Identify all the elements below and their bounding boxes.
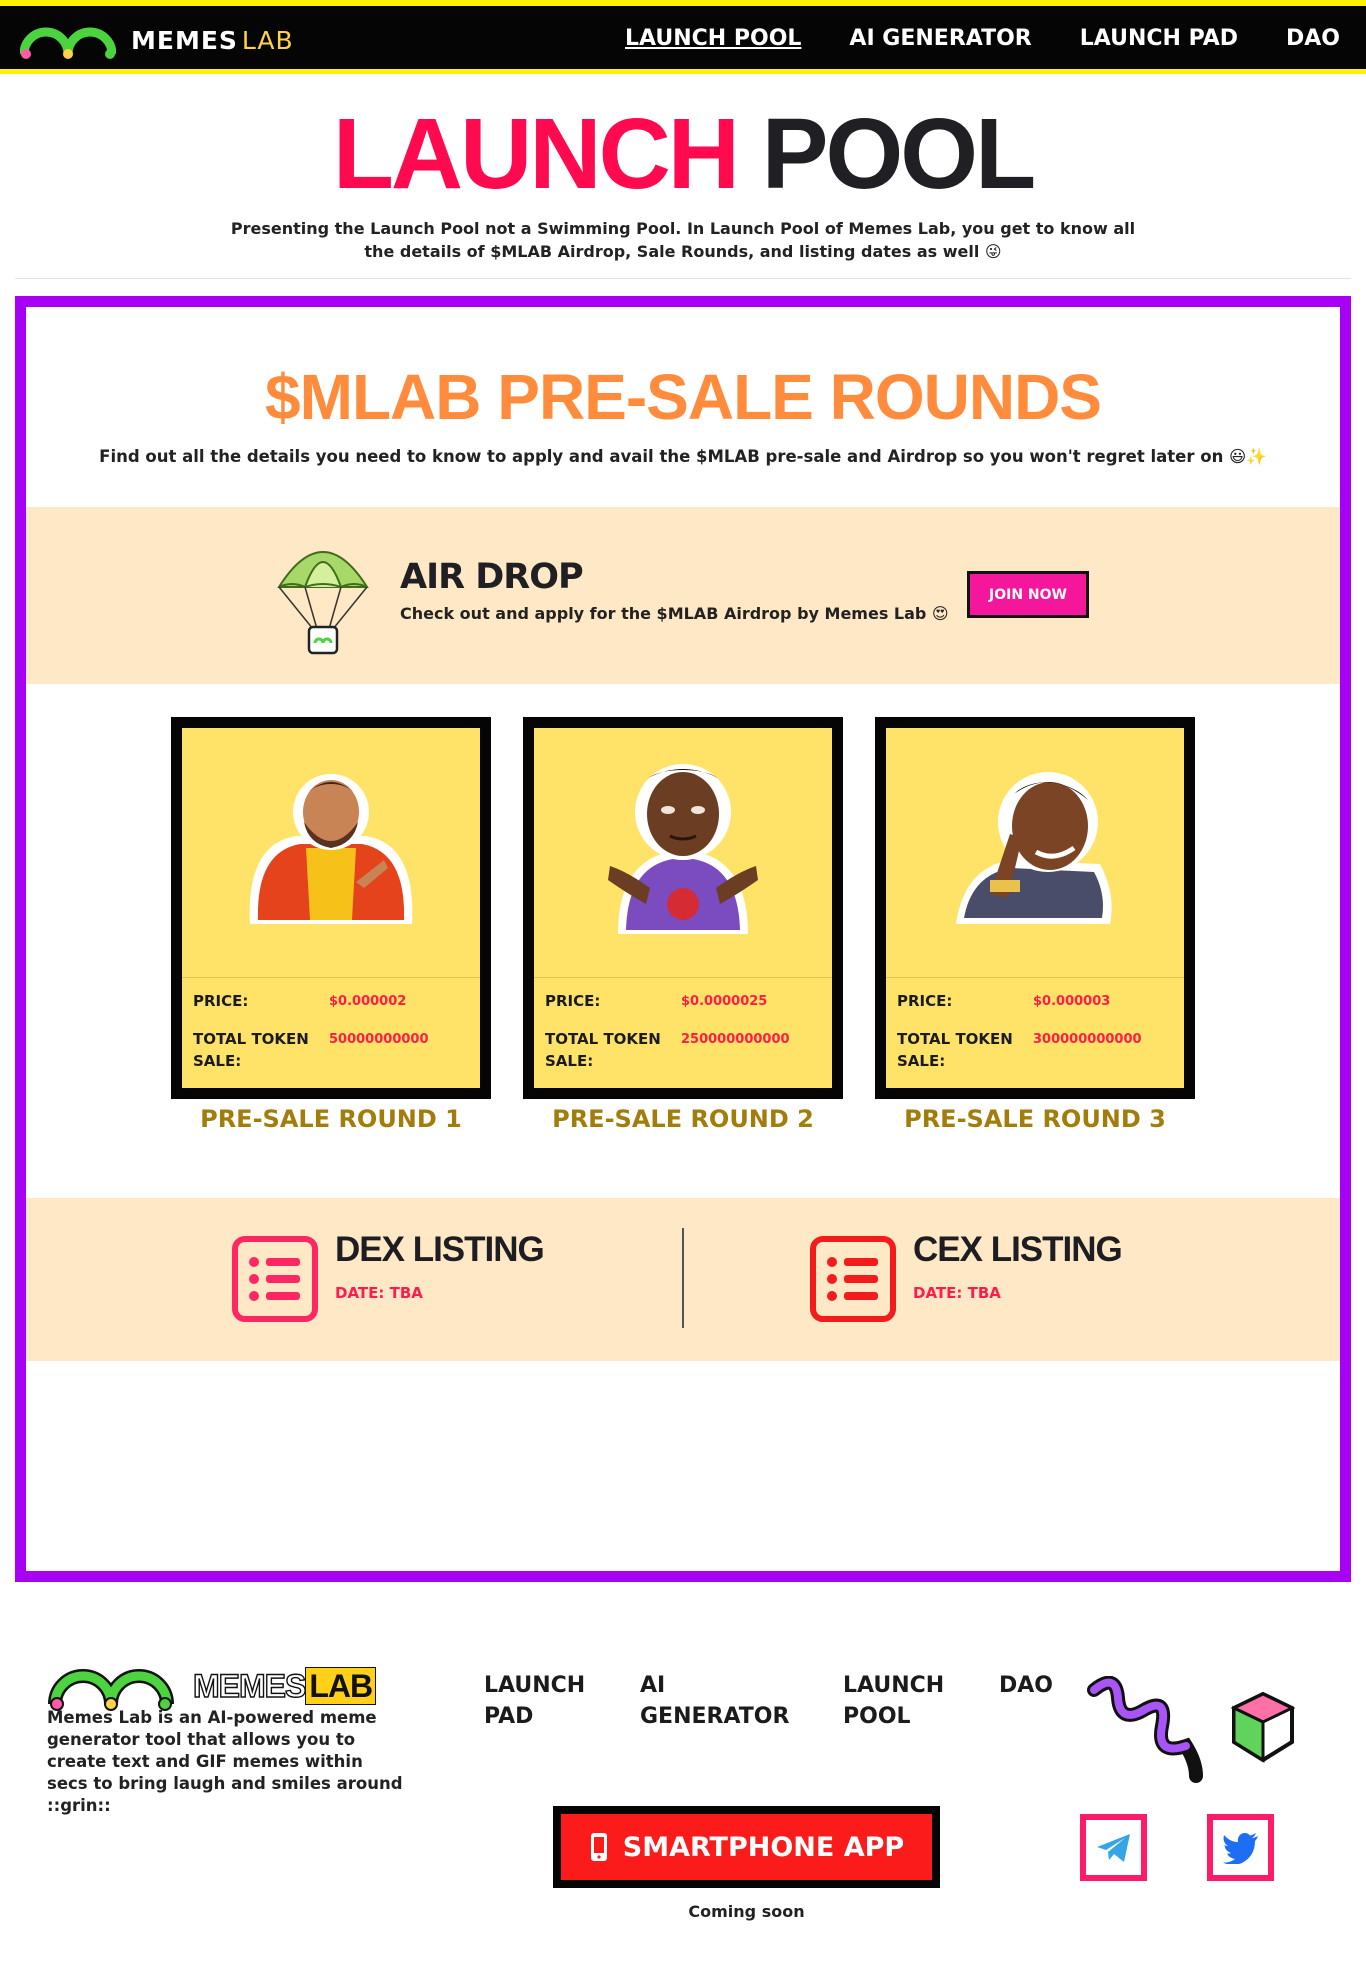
meme-sticker-image xyxy=(886,728,1184,970)
tokens-value: 300000000000 xyxy=(1033,1032,1142,1047)
card-divider xyxy=(534,977,832,978)
footer-link-dao[interactable]: DAO xyxy=(999,1670,1059,1701)
round-title: PRE-SALE ROUND 3 xyxy=(904,1105,1166,1133)
cex-listing-date: DATE: TBA xyxy=(913,1284,1001,1302)
price-value: $0.000002 xyxy=(329,994,407,1009)
nav-link-launch-pad[interactable]: LAUNCH PAD xyxy=(1080,26,1238,51)
telegram-icon xyxy=(1096,1833,1130,1862)
cube-decoration-icon xyxy=(1230,1691,1296,1763)
twitter-link[interactable] xyxy=(1207,1814,1274,1881)
footer-brand-name: MEMES xyxy=(192,1667,307,1704)
round-title: PRE-SALE ROUND 2 xyxy=(552,1105,814,1133)
presale-panel: $MLAB PRE-SALE ROUNDS Find out all the d… xyxy=(15,296,1351,1582)
page-title-red: LAUNCH xyxy=(332,98,740,210)
price-label: PRICE: xyxy=(545,992,601,1010)
listing-section: DEX LISTING DATE: TBA CEX LISTING DATE: … xyxy=(26,1198,1340,1361)
card-divider xyxy=(182,977,480,978)
list-icon xyxy=(810,1236,896,1322)
coming-soon-note: Coming soon xyxy=(688,1902,805,1921)
airdrop-section: AIR DROP Check out and apply for the $ML… xyxy=(26,507,1340,684)
cex-listing-title: CEX LISTING xyxy=(913,1230,1123,1269)
tokens-label-2: SALE: xyxy=(897,1052,946,1070)
presale-title: $MLAB PRE-SALE ROUNDS xyxy=(265,361,1102,433)
tokens-label-2: SALE: xyxy=(193,1052,242,1070)
meme-sticker-image xyxy=(534,728,832,970)
nav-link-launch-pool[interactable]: LAUNCH POOL xyxy=(625,26,801,51)
footer-link-launch-pad[interactable]: LAUNCH PAD xyxy=(484,1670,594,1732)
memes-lab-logo-icon[interactable] xyxy=(20,20,116,60)
tokens-label: TOTAL TOKEN xyxy=(897,1030,1013,1048)
footer-description: Memes Lab is an AI-powered meme generato… xyxy=(47,1708,403,1815)
page-title-dark: POOL xyxy=(761,98,1036,210)
round-title: PRE-SALE ROUND 1 xyxy=(200,1105,462,1133)
airdrop-subtitle: Check out and apply for the $MLAB Airdro… xyxy=(400,604,949,623)
list-icon xyxy=(232,1236,318,1322)
footer-brand[interactable]: MEMES LAB xyxy=(192,1667,377,1705)
nav-links: LAUNCH POOL AI GENERATOR LAUNCH PAD DAO xyxy=(625,26,1340,51)
page-subtitle: Presenting the Launch Pool not a Swimmin… xyxy=(230,219,1136,261)
tokens-label: TOTAL TOKEN xyxy=(193,1030,309,1048)
divider xyxy=(15,278,1351,279)
parachute-icon xyxy=(277,551,369,655)
presale-card[interactable]: PRICE: $0.000003 TOTAL TOKEN SALE: 30000… xyxy=(875,717,1195,1099)
top-nav: MEMES LAB LAUNCH POOL AI GENERATOR LAUNCH… xyxy=(0,0,1366,74)
card-divider xyxy=(886,977,1184,978)
meme-sticker-image xyxy=(182,728,480,970)
nav-link-ai-generator[interactable]: AI GENERATOR xyxy=(849,26,1031,51)
dex-listing-title: DEX LISTING xyxy=(335,1230,545,1269)
price-label: PRICE: xyxy=(897,992,953,1010)
smartphone-app-inner[interactable]: SMARTPHONE APP xyxy=(561,1814,932,1880)
presale-card[interactable]: PRICE: $0.000002 TOTAL TOKEN SALE: 50000… xyxy=(171,717,491,1099)
price-value: $0.000003 xyxy=(1033,994,1111,1009)
telegram-link[interactable] xyxy=(1080,1814,1147,1881)
footer-link-launch-pool[interactable]: LAUNCH POOL xyxy=(843,1670,953,1732)
nav-brand-name: MEMES xyxy=(131,26,238,55)
smartphone-app-label: SMARTPHONE APP xyxy=(622,1831,905,1863)
footer-link-ai-generator[interactable]: AI GENERATOR xyxy=(640,1670,790,1732)
memes-lab-logo-icon[interactable] xyxy=(47,1662,177,1712)
tokens-label: TOTAL TOKEN xyxy=(545,1030,661,1048)
tokens-label-2: SALE: xyxy=(545,1052,594,1070)
presale-subtitle: Find out all the details you need to kno… xyxy=(99,447,1267,466)
price-label: PRICE: xyxy=(193,992,249,1010)
tokens-value: 50000000000 xyxy=(329,1032,429,1047)
presale-card[interactable]: PRICE: $0.0000025 TOTAL TOKEN SALE: 2500… xyxy=(523,717,843,1099)
squiggle-decoration-icon xyxy=(1087,1676,1203,1783)
twitter-icon xyxy=(1222,1832,1258,1864)
join-now-button[interactable]: JOIN NOW xyxy=(967,571,1089,618)
price-value: $0.0000025 xyxy=(681,994,768,1009)
presale-cards: PRICE: $0.000002 TOTAL TOKEN SALE: 50000… xyxy=(26,717,1340,1133)
footer-brand-lab: LAB xyxy=(305,1667,377,1705)
tokens-value: 250000000000 xyxy=(681,1032,790,1047)
nav-brand-lab: LAB xyxy=(241,26,294,55)
airdrop-title: AIR DROP xyxy=(400,557,584,597)
page-title: LAUNCH POOL xyxy=(0,104,1366,204)
nav-brand[interactable]: MEMES LAB xyxy=(131,26,294,55)
smartphone-icon xyxy=(590,1833,607,1861)
smartphone-app-button[interactable]: SMARTPHONE APP xyxy=(553,1806,940,1888)
nav-link-dao[interactable]: DAO xyxy=(1286,26,1340,51)
listing-divider xyxy=(682,1228,684,1328)
dex-listing-date: DATE: TBA xyxy=(335,1284,423,1302)
